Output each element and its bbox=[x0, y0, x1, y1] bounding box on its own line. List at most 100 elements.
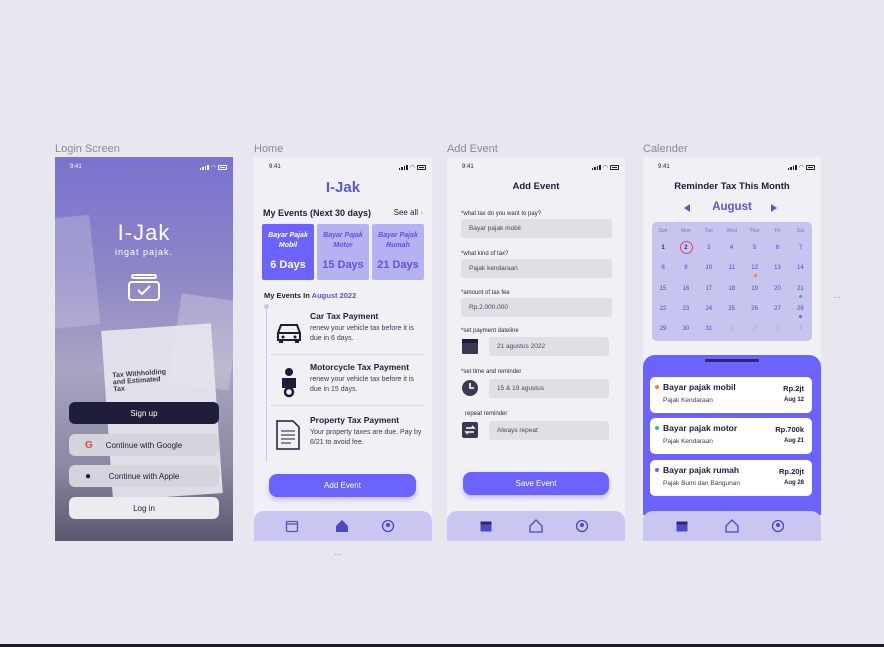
save-event-button[interactable]: Save Event bbox=[463, 472, 609, 495]
event-marker bbox=[799, 314, 803, 318]
calendar-day[interactable]: 10 bbox=[698, 261, 720, 275]
calendar-day[interactable]: 24 bbox=[698, 302, 720, 316]
status-icons: ◠ bbox=[787, 164, 815, 171]
calendar-day[interactable]: 4 bbox=[721, 241, 743, 255]
scooter-icon bbox=[282, 368, 296, 398]
events-month-heading: My Events In August 2022 bbox=[264, 291, 357, 300]
calendar-day[interactable]: 7 bbox=[789, 241, 811, 255]
calendar-day[interactable]: 28 bbox=[789, 302, 811, 318]
apple-button[interactable]: ● Continue with Apple bbox=[69, 465, 219, 487]
calendar-day[interactable]: 29 bbox=[652, 322, 674, 336]
reminder-card-motor[interactable]: Bayar pajak motor Pajak Kendaraan Rp.700… bbox=[650, 418, 812, 454]
calendar-icon[interactable] bbox=[285, 519, 299, 533]
home-icon[interactable] bbox=[335, 519, 349, 533]
tax-kind-input[interactable]: Pajak kendaraan bbox=[461, 259, 612, 278]
calendar-day[interactable]: 12 bbox=[744, 261, 766, 278]
calendar-day[interactable]: 20 bbox=[767, 282, 789, 296]
calendar-day[interactable]: 16 bbox=[675, 282, 697, 296]
reminder-card-mobil[interactable]: Bayar pajak mobil Pajak Kendaraan Rp.2jt… bbox=[650, 377, 812, 413]
signup-button[interactable]: Sign up bbox=[69, 402, 219, 424]
reminder-date: Aug 28 bbox=[783, 480, 804, 486]
calendar-day[interactable]: 21 bbox=[789, 282, 811, 298]
event-card-mobil[interactable]: Bayar Pajak Mobil 6 Days bbox=[262, 224, 314, 280]
doc-title: Tax Withholding and Estimated Tax bbox=[112, 368, 167, 394]
calendar-day[interactable]: 3 bbox=[698, 241, 720, 255]
event-card-days: 21 Days bbox=[377, 259, 419, 271]
tax-box-icon bbox=[128, 274, 160, 301]
tax-name-input[interactable]: Bayar pajak mobil bbox=[461, 219, 612, 238]
calendar-day[interactable]: 2 bbox=[744, 322, 766, 336]
dateline-label: *set payment dateline bbox=[461, 328, 519, 334]
google-button[interactable]: G Continue with Google bbox=[69, 434, 219, 456]
calendar-day[interactable]: 4 bbox=[789, 322, 811, 336]
calendar-icon[interactable] bbox=[675, 519, 689, 533]
login-button[interactable]: Log in bbox=[69, 497, 219, 519]
repeat-input[interactable]: Always repeat bbox=[489, 421, 609, 440]
calendar-day[interactable]: 26 bbox=[744, 302, 766, 316]
calendar-day[interactable]: 8 bbox=[652, 261, 674, 275]
calendar-day[interactable]: 19 bbox=[744, 282, 766, 296]
status-time: 9:41 bbox=[658, 164, 670, 170]
event-card-rumah[interactable]: Bayar Pajak Rumah 21 Days bbox=[372, 224, 424, 280]
status-time: 9:41 bbox=[269, 164, 281, 170]
battery-icon bbox=[610, 165, 619, 170]
more-options-icon[interactable]: ... bbox=[833, 290, 841, 300]
next-month-icon[interactable] bbox=[771, 204, 777, 212]
reminder-card-rumah[interactable]: Bayar pajak rumah Pajak Bumi dan Banguna… bbox=[650, 460, 812, 496]
home-icon[interactable] bbox=[725, 519, 739, 533]
status-time: 9:41 bbox=[462, 164, 474, 170]
calendar-day[interactable]: 22 bbox=[652, 302, 674, 316]
calendar-day[interactable]: 13 bbox=[767, 261, 789, 275]
drag-handle[interactable] bbox=[705, 359, 759, 362]
frame-label-add-event: Add Event bbox=[447, 143, 498, 155]
event-item-property[interactable]: Property Tax Payment Your property taxes… bbox=[270, 409, 424, 459]
calendar-day[interactable]: 17 bbox=[698, 282, 720, 296]
event-item-car[interactable]: Car Tax Payment renew your vehicle tax b… bbox=[270, 305, 424, 355]
calendar-day[interactable]: 1 bbox=[721, 322, 743, 336]
more-options-icon[interactable]: ... bbox=[334, 547, 342, 557]
calendar-day[interactable]: 14 bbox=[789, 261, 811, 275]
calendar-day[interactable]: 3 bbox=[767, 322, 789, 336]
event-title: Property Tax Payment bbox=[310, 415, 400, 425]
tax-fee-input[interactable]: Rp.2.000.000 bbox=[461, 298, 612, 317]
profile-icon[interactable] bbox=[575, 519, 589, 533]
clock-icon bbox=[462, 380, 478, 396]
calendar-icon[interactable] bbox=[479, 519, 493, 533]
calendar-day[interactable]: 18 bbox=[721, 282, 743, 296]
calendar-day[interactable]: 23 bbox=[675, 302, 697, 316]
calendar-day[interactable]: 11 bbox=[721, 261, 743, 275]
add-event-button[interactable]: Add Event bbox=[269, 474, 416, 497]
calendar-day[interactable]: 31 bbox=[698, 322, 720, 336]
see-all-link[interactable]: See all › bbox=[394, 208, 423, 218]
calendar-day[interactable]: 1 bbox=[652, 241, 674, 255]
battery-icon bbox=[806, 165, 815, 170]
calendar-month: August bbox=[712, 201, 752, 213]
calendar-day[interactable]: 15 bbox=[652, 282, 674, 296]
signal-icon bbox=[591, 165, 601, 170]
reminder-date: Aug 21 bbox=[783, 438, 804, 444]
app-tagline: ingat pajak. bbox=[114, 247, 174, 257]
calendar-day[interactable]: 25 bbox=[721, 302, 743, 316]
timeline-dot bbox=[264, 304, 269, 309]
reminder-input[interactable]: 15 & 19 agustus bbox=[489, 379, 609, 398]
battery-icon bbox=[417, 165, 426, 170]
dateline-input[interactable]: 21 agustus 2022 bbox=[489, 337, 609, 356]
event-card-days: 6 Days bbox=[270, 259, 306, 271]
home-icon[interactable] bbox=[529, 519, 543, 533]
calendar-day[interactable]: 6 bbox=[767, 241, 789, 255]
event-marker bbox=[799, 294, 803, 298]
calendar-day[interactable]: 5 bbox=[744, 241, 766, 255]
reminder-title: Bayar pajak rumah bbox=[663, 465, 740, 475]
event-card-motor[interactable]: Bayar Pajak Motor 15 Days bbox=[317, 224, 369, 280]
document-icon bbox=[276, 420, 300, 450]
calendar-day[interactable]: 2 bbox=[675, 241, 697, 255]
calendar-day[interactable]: 27 bbox=[767, 302, 789, 316]
page-title: Reminder Tax This Month bbox=[674, 181, 790, 192]
profile-icon[interactable] bbox=[771, 519, 785, 533]
calendar-day[interactable]: 30 bbox=[675, 322, 697, 336]
bottom-nav bbox=[447, 511, 625, 541]
wifi-icon: ◠ bbox=[602, 165, 608, 171]
calendar-day[interactable]: 9 bbox=[675, 261, 697, 275]
profile-icon[interactable] bbox=[381, 519, 395, 533]
event-item-motorcycle[interactable]: Motorcycle Tax Payment renew your vehicl… bbox=[270, 356, 424, 406]
